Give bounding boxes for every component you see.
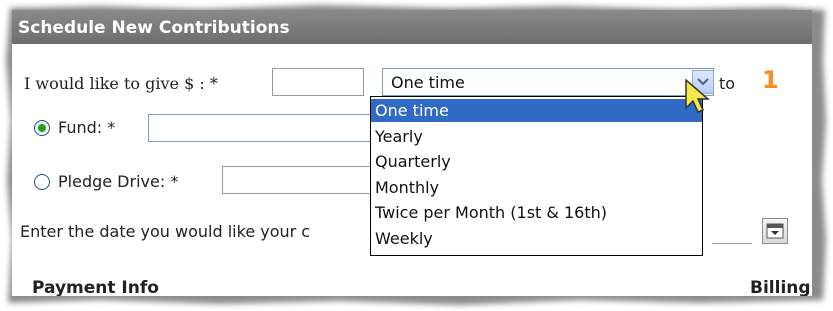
frequency-selected-value: One time bbox=[391, 73, 465, 92]
to-label: to bbox=[719, 74, 736, 93]
payment-info-heading: Payment Info bbox=[32, 278, 159, 296]
billing-heading: Billing bbox=[750, 278, 811, 296]
pointer-cursor-icon bbox=[685, 78, 711, 113]
dropdown-option[interactable]: One time bbox=[371, 99, 702, 122]
callout-number: 1 bbox=[762, 66, 779, 94]
dropdown-option[interactable]: Weekly bbox=[371, 227, 702, 250]
pledge-input[interactable] bbox=[222, 166, 392, 194]
calendar-button[interactable] bbox=[762, 218, 788, 244]
panel-title: Schedule New Contributions bbox=[18, 18, 290, 38]
fund-radio-dot bbox=[38, 124, 46, 132]
frequency-dropdown-list: One time Yearly Quarterly Monthly Twice per … bbox=[370, 96, 703, 256]
dropdown-option[interactable]: Twice per Month (1st & 16th) bbox=[371, 201, 702, 224]
dropdown-option[interactable]: Monthly bbox=[371, 176, 702, 199]
amount-input[interactable] bbox=[272, 68, 364, 96]
calendar-icon bbox=[766, 223, 784, 239]
pledge-label: Pledge Drive: * bbox=[58, 172, 179, 191]
amount-label: I would like to give $ : * bbox=[24, 74, 218, 93]
dropdown-option[interactable]: Quarterly bbox=[371, 150, 702, 173]
frequency-select[interactable]: One time bbox=[382, 68, 714, 96]
date-label: Enter the date you would like your c bbox=[20, 222, 311, 241]
fund-label: Fund: * bbox=[58, 118, 116, 137]
fund-select[interactable] bbox=[148, 114, 398, 142]
panel-header: Schedule New Contributions bbox=[12, 10, 812, 44]
dropdown-option[interactable]: Yearly bbox=[371, 125, 702, 148]
date-input[interactable] bbox=[712, 218, 752, 244]
pledge-radio[interactable] bbox=[34, 174, 50, 190]
fund-radio[interactable] bbox=[34, 120, 50, 136]
